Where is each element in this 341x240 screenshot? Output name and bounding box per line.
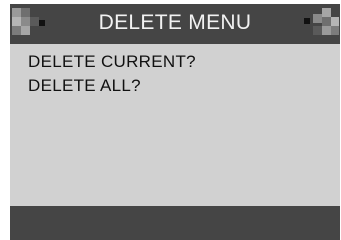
menu-item-delete-all[interactable]: DELETE ALL? [28,76,141,96]
page-title: DELETE MENU [98,11,252,34]
menu-item-delete-current[interactable]: DELETE CURRENT? [28,52,196,72]
lcd-screen: DELETE MENU DELETE CURRENT? DELETE ALL? [10,4,340,240]
right-pixel-blocks-icon [302,4,340,40]
title-bar: DELETE MENU [10,4,340,44]
footer-bar [10,206,340,240]
menu-item-label: DELETE CURRENT? [28,52,196,71]
menu-item-label: DELETE ALL? [28,76,141,95]
